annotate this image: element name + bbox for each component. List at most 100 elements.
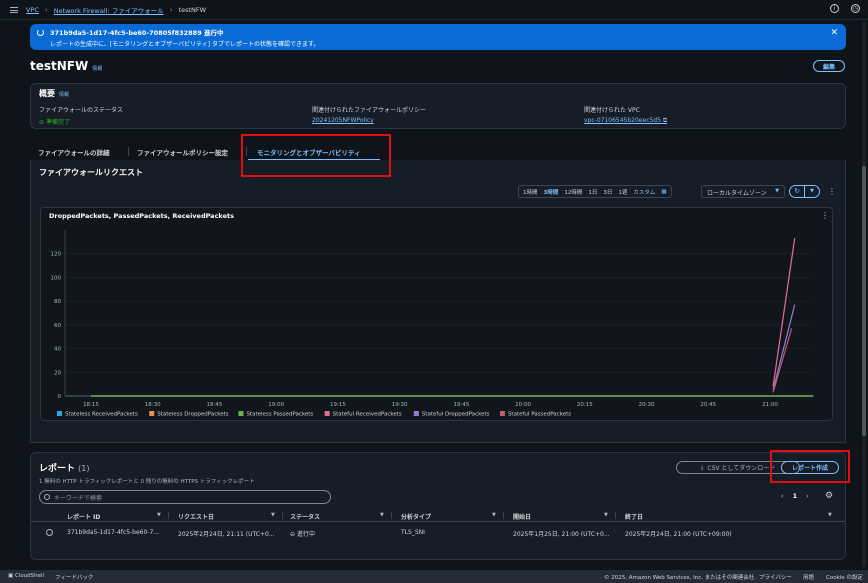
chevron-right-icon: › — [169, 5, 173, 14]
info-link[interactable]: 情報 — [92, 66, 102, 72]
x-tick-label: 19:30 — [392, 402, 408, 408]
col-start-date[interactable]: 開始日 — [513, 512, 531, 521]
col-report-id[interactable]: レポート ID — [67, 512, 100, 521]
vpc-link[interactable]: vpc-07106545b20eec5d5 ⧉ — [584, 117, 667, 125]
col-end-date[interactable]: 終了日 — [625, 512, 643, 521]
search-icon — [44, 494, 50, 500]
vpc-label: 関連付けられた VPC — [584, 107, 640, 114]
y-tick-label: 100 — [51, 275, 62, 281]
breadcrumb-vpc[interactable]: VPC — [26, 6, 39, 14]
info-icon[interactable]: i — [830, 4, 839, 13]
cell-end-date: 2025年2月24日, 21:00 (UTC+09:00) — [625, 531, 732, 538]
calendar-icon[interactable]: ▦ — [661, 189, 666, 195]
y-tick-label: 80 — [54, 299, 61, 305]
x-tick-label: 19:45 — [453, 402, 469, 408]
col-divider — [168, 512, 169, 519]
reports-description: 1 無料の HTTP トラフィックレポートと 0 残りの無料の HTTPS トラ… — [39, 479, 255, 485]
cookie-settings-link[interactable]: Cookie の設定 — [826, 573, 863, 581]
flash-message: レポートの生成中に、[モニタリングとオブザーバビリティ] タブでレポートの状態を… — [50, 41, 320, 48]
privacy-link[interactable]: プライバシー — [759, 573, 792, 581]
time-option-3d[interactable]: 3日 — [603, 188, 612, 196]
sort-caret-icon[interactable]: ▼ — [157, 512, 161, 518]
check-circle-icon: ⊘ — [39, 119, 45, 126]
edit-button[interactable]: 編集 — [813, 60, 845, 72]
policy-field: 関連付けられたファイアウォールポリシー 20241205NFWPolicy — [312, 105, 426, 124]
clock-icon[interactable]: ◷ — [851, 4, 860, 13]
status-value: ⊘ 準備完了 — [39, 117, 123, 126]
footer-bar: ▣ CloudShell フィードバック © 2025, Amazon Web … — [0, 570, 868, 583]
tab-firewall-details[interactable]: ファイアウォールの詳細 — [38, 147, 110, 157]
x-tick-label: 20:45 — [700, 402, 716, 408]
feedback-link[interactable]: フィードバック — [55, 573, 93, 581]
close-icon[interactable]: ✕ — [830, 28, 838, 38]
time-option-1d[interactable]: 1日 — [588, 188, 597, 196]
x-tick-label: 18:15 — [83, 402, 99, 408]
menu-icon[interactable] — [10, 6, 18, 13]
report-search-input[interactable]: キーワードで検索 — [39, 490, 331, 504]
cell-status-text: 進行中 — [296, 531, 315, 538]
legend-swatch — [324, 411, 330, 416]
series-line — [772, 304, 796, 391]
row-select-radio[interactable] — [46, 529, 53, 536]
vpc-link-text[interactable]: vpc-07106545b20eec5d5 — [584, 117, 661, 124]
caret-down-icon: ▼ — [775, 188, 779, 194]
cell-request-date: 2025年2月24日, 21:11 (UTC+0... — [178, 531, 275, 538]
prev-page-icon[interactable]: ‹ — [781, 492, 784, 500]
policy-link[interactable]: 20241205NFWPolicy — [312, 117, 426, 124]
refresh-icon[interactable]: ↻ — [790, 186, 804, 197]
legend-swatch — [149, 411, 155, 416]
flash-banner: 371b9da5-1d17-4fc5-be60-70805f832889 進行中… — [30, 24, 846, 50]
sort-caret-icon[interactable]: ▼ — [828, 512, 832, 518]
reports-title: レポート (1) — [39, 461, 90, 474]
x-tick-label: 20:15 — [577, 402, 593, 408]
col-request-date[interactable]: リクエスト日 — [178, 512, 214, 521]
table-row[interactable]: 371b9da5-1d17-4fc5-be60-7... 2025年2月24日,… — [31, 525, 845, 540]
time-option-1h[interactable]: 1時間 — [523, 188, 538, 196]
copyright-text: © 2025, Amazon Web Services, Inc. またはその関… — [604, 575, 757, 581]
in-progress-icon: ⊖ — [290, 531, 296, 538]
legend-swatch — [57, 411, 62, 416]
col-divider — [282, 512, 283, 519]
sort-caret-icon[interactable]: ▼ — [380, 512, 384, 518]
summary-info-link[interactable]: 情報 — [59, 92, 69, 98]
tab-policy-settings[interactable]: ファイアウォールポリシー設定 — [137, 147, 228, 157]
page-title-text: testNFW — [30, 59, 89, 73]
timezone-select[interactable]: ローカルタイムゾーン ▼ — [701, 185, 785, 198]
highlight-box-create-report — [770, 450, 850, 483]
series-line — [772, 238, 796, 387]
legend-swatch — [499, 411, 505, 416]
time-option-custom[interactable]: カスタム — [633, 188, 655, 196]
x-tick-label: 18:30 — [145, 402, 161, 408]
caret-down-icon[interactable]: ▼ — [804, 186, 819, 197]
sort-caret-icon[interactable]: ▼ — [492, 512, 496, 518]
col-status[interactable]: ステータス — [290, 512, 320, 521]
col-divider — [503, 512, 504, 519]
gear-icon[interactable]: ⚙ — [825, 491, 833, 501]
loading-spinner-icon — [37, 29, 44, 36]
download-icon: ⤓ — [700, 463, 704, 471]
summary-title: 概要 情報 — [39, 88, 69, 99]
monitoring-title: ファイアウォールリクエスト — [39, 168, 143, 177]
scrollbar-thumb[interactable] — [862, 166, 866, 436]
x-tick-label: 19:00 — [268, 402, 284, 408]
time-option-3h[interactable]: 3時間 — [544, 188, 559, 196]
col-analysis-type[interactable]: 分析タイプ — [401, 512, 431, 521]
time-option-1w[interactable]: 1週 — [618, 188, 627, 196]
legend-label: Stateless PassedPackets — [246, 412, 313, 418]
current-page[interactable]: 1 — [793, 492, 798, 500]
more-options-icon[interactable]: ⋮ — [828, 188, 836, 196]
sort-caret-icon[interactable]: ▼ — [271, 512, 275, 518]
next-page-icon[interactable]: › — [806, 492, 809, 500]
cloudshell-label: CloudShell — [14, 573, 45, 579]
x-tick-label: 21:00 — [762, 402, 778, 408]
legend-label: Stateful ReceivedPackets — [333, 412, 402, 418]
sort-caret-icon[interactable]: ▼ — [604, 512, 608, 518]
breadcrumb-network-firewall[interactable]: Network Firewall: ファイアウォール — [54, 5, 164, 15]
cloudshell-link[interactable]: ▣ CloudShell — [8, 573, 44, 579]
legend-label: Stateful PassedPackets — [508, 412, 571, 418]
terminal-icon: ▣ — [8, 573, 14, 579]
time-option-12h[interactable]: 12時間 — [564, 188, 582, 196]
y-tick-label: 120 — [51, 252, 62, 258]
terms-link[interactable]: 用語 — [803, 573, 814, 581]
line-chart: 0 20 40 60 80 100 120 18:15 18:30 18:45 19:00 19:15… — [51, 230, 814, 418]
